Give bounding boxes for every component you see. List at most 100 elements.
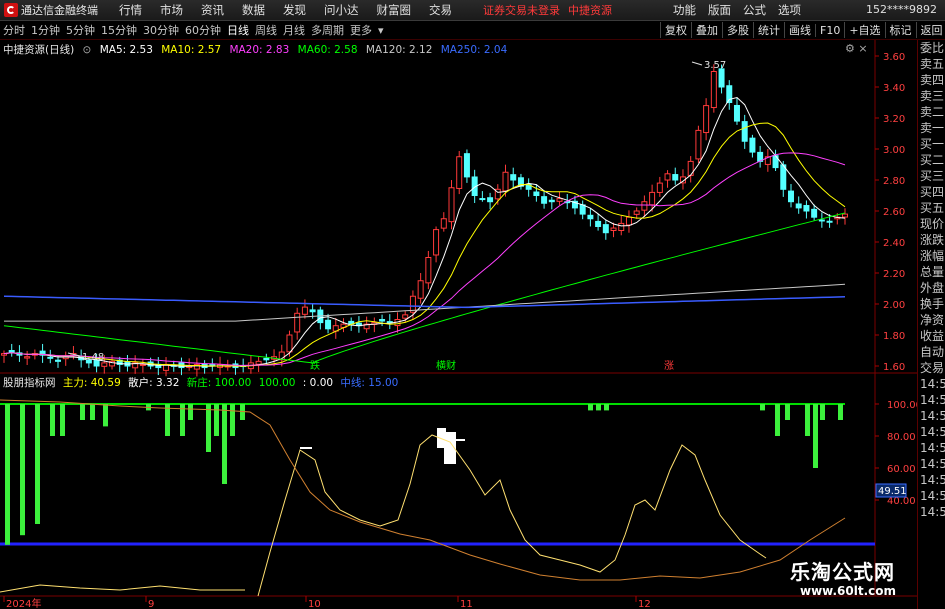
- candle-body: [24, 356, 31, 359]
- tool-biaoji[interactable]: 标记: [884, 22, 916, 38]
- side-panel-item: 委比: [920, 41, 945, 55]
- candle-body: [502, 171, 509, 192]
- tool-duogu[interactable]: 多股: [722, 22, 753, 38]
- indicator-value-5: : 0.00: [302, 377, 334, 389]
- candle-body: [703, 105, 710, 134]
- period-monthly[interactable]: 月线: [280, 22, 308, 38]
- indicator-bar: [214, 404, 219, 436]
- high-price-label: 3.57: [704, 60, 726, 71]
- menu-wenxiaoda[interactable]: 问小达: [315, 2, 368, 18]
- indicator-bar: [188, 404, 193, 420]
- period-30min[interactable]: 30分钟: [140, 22, 182, 38]
- user-account[interactable]: 152****9892: [866, 3, 937, 16]
- tool-fanhui[interactable]: 返回: [915, 22, 945, 38]
- price-tick-label: 3.00: [883, 145, 905, 156]
- zhuli-line: [257, 434, 767, 597]
- menu-caifuquan[interactable]: 财富圈: [368, 2, 421, 18]
- indicator-bar: [230, 404, 235, 436]
- period-5min[interactable]: 5分钟: [63, 22, 98, 38]
- tool-huaxian[interactable]: 画线: [784, 22, 815, 38]
- tool-diejia[interactable]: 叠加: [691, 22, 722, 38]
- side-panel-item: 14:56: [920, 457, 945, 471]
- candle-body: [286, 334, 293, 353]
- period-15min[interactable]: 15分钟: [98, 22, 140, 38]
- kline-chart[interactable]: 3.60 3.40 3.20 3.00 2.80 2.60 2.40 2.20 2.00 1.80…: [0, 40, 917, 609]
- gear-icon[interactable]: ⊙: [83, 44, 92, 56]
- candle-body: [656, 182, 663, 193]
- date-tick-label: 2024年: [6, 597, 41, 609]
- candle-body: [263, 357, 270, 361]
- indicator-bar: [805, 404, 810, 436]
- menu-shuju[interactable]: 数据: [233, 2, 274, 18]
- menu-xuanxiang[interactable]: 选项: [772, 2, 807, 18]
- candle-body: [487, 197, 494, 203]
- period-daily[interactable]: 日线: [224, 22, 252, 38]
- indicator-name[interactable]: 股朋指标网: [3, 377, 56, 389]
- indicator-bar: [222, 404, 227, 484]
- price-tick-label: 2.20: [883, 269, 905, 280]
- indicator-legend: 股朋指标网 主力: 40.59 散户: 3.32 新庄: 100.00 100.…: [3, 375, 402, 390]
- period-60min[interactable]: 60分钟: [182, 22, 224, 38]
- indicator-value-4: 100.00: [258, 377, 296, 389]
- side-panel-item: 涨跌: [920, 233, 945, 247]
- candle-body: [710, 71, 717, 109]
- tool-add-watchlist[interactable]: +自选: [844, 22, 884, 38]
- candle-body: [803, 205, 810, 212]
- menu-gongshi[interactable]: 公式: [737, 2, 772, 18]
- ma5-label: MA5: 2.53: [99, 44, 153, 56]
- indicator-bar: [20, 404, 25, 536]
- app-logo-icon: [4, 3, 18, 17]
- ma250-line: [3, 295, 846, 309]
- candle-body: [741, 121, 748, 142]
- ma60-label: MA60: 2.58: [297, 44, 358, 56]
- settings-icon[interactable]: ⚙: [845, 42, 855, 55]
- tool-f10[interactable]: F10: [815, 23, 844, 37]
- side-panel-item: 净资: [920, 313, 945, 327]
- ma60-line: [3, 212, 846, 364]
- indicator-bar: [820, 404, 825, 420]
- candle-body: [795, 203, 802, 209]
- price-tick-label: 2.40: [883, 238, 905, 249]
- low-price-label: 1.48: [82, 352, 104, 363]
- ma250-label: MA250: 2.04: [440, 44, 508, 56]
- side-panel-item: 换手: [920, 297, 945, 311]
- side-panel-item: 卖三: [920, 89, 945, 103]
- menu-gongneng[interactable]: 功能: [667, 2, 702, 18]
- tool-tongji[interactable]: 统计: [753, 22, 784, 38]
- period-multi[interactable]: 多周期: [308, 22, 347, 38]
- stock-label[interactable]: 中捷资源(日线): [3, 44, 74, 56]
- period-fenshi[interactable]: 分时: [0, 22, 28, 38]
- period-more[interactable]: 更多: [347, 22, 375, 38]
- period-1min[interactable]: 1分钟: [28, 22, 63, 38]
- menu-faxian[interactable]: 发现: [274, 2, 315, 18]
- ma20-line: [3, 152, 846, 366]
- tool-fuquan[interactable]: 复权: [660, 22, 691, 38]
- candle-body: [610, 227, 617, 232]
- close-icon[interactable]: ×: [858, 42, 867, 55]
- date-tick-label: 9: [148, 599, 154, 609]
- title-bar: 通达信金融终端 行情 市场 资讯 数据 发现 问小达 财富圈 交易 证券交易未登…: [0, 0, 945, 21]
- menu-shichang[interactable]: 市场: [151, 2, 192, 18]
- indicator-bar: [103, 404, 108, 427]
- candle-body: [139, 363, 146, 366]
- side-panel-item[interactable]: 交易: [918, 360, 945, 376]
- side-panel-item: 14:56: [920, 505, 945, 519]
- indicator-bar: [760, 404, 765, 411]
- indicator-bar: [588, 404, 593, 411]
- menu-hangqing[interactable]: 行情: [110, 2, 151, 18]
- chevron-down-icon[interactable]: ▾: [375, 24, 387, 37]
- candle-body: [672, 174, 679, 181]
- candle-body: [695, 129, 702, 160]
- menu-banmian[interactable]: 版面: [702, 2, 737, 18]
- candle-body: [55, 359, 62, 362]
- side-panel-item[interactable]: 自动: [918, 344, 945, 360]
- login-warning[interactable]: 证券交易未登录: [483, 2, 560, 18]
- candle-body: [811, 208, 818, 218]
- candle-body: [479, 198, 486, 201]
- current-value-label: 49.51: [878, 486, 907, 497]
- period-weekly[interactable]: 周线: [252, 22, 280, 38]
- candle-body: [595, 220, 602, 227]
- menu-jiaoyi[interactable]: 交易: [420, 2, 461, 18]
- menu-zixun[interactable]: 资讯: [192, 2, 233, 18]
- indicator-tick-label: 80.00: [887, 432, 916, 443]
